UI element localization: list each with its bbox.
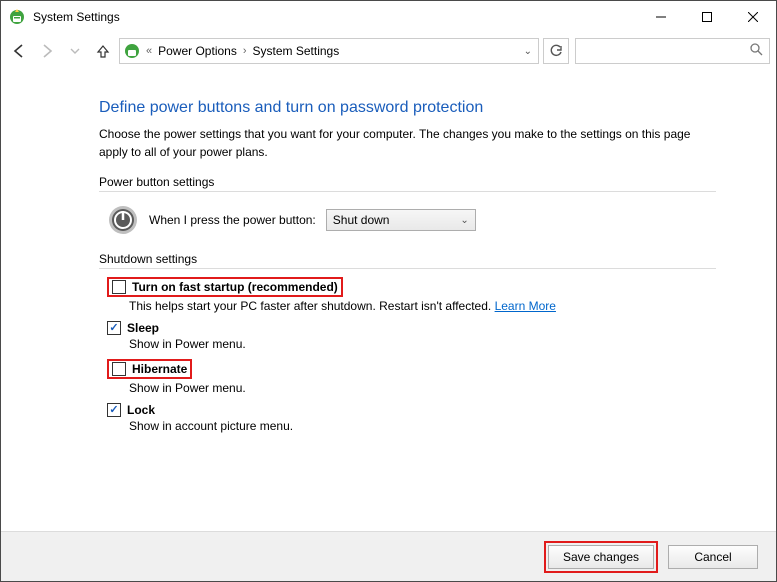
navbar: « Power Options › System Settings ⌄: [1, 33, 776, 69]
label-hibernate: Hibernate: [132, 362, 187, 376]
label-lock: Lock: [127, 403, 155, 417]
search-box[interactable]: [575, 38, 770, 64]
content-area: Define power buttons and turn on passwor…: [1, 69, 776, 531]
checkbox-fast-startup[interactable]: [112, 280, 126, 294]
breadcrumb-back[interactable]: «: [146, 45, 152, 57]
highlight-fast-startup: Turn on fast startup (recommended): [107, 277, 343, 297]
option-lock: Lock Show in account picture menu.: [107, 403, 716, 433]
window-title: System Settings: [33, 10, 638, 24]
back-button[interactable]: [7, 39, 31, 63]
search-icon[interactable]: [749, 42, 763, 61]
power-button-row: When I press the power button: Shut down…: [107, 204, 716, 236]
page-description: Choose the power settings that you want …: [99, 125, 716, 161]
minimize-button[interactable]: [638, 2, 684, 32]
shutdown-settings-list: Turn on fast startup (recommended) This …: [107, 277, 716, 433]
divider: [99, 268, 716, 269]
chevron-right-icon: ›: [243, 45, 247, 57]
breadcrumb-item-system-settings[interactable]: System Settings: [253, 44, 340, 58]
checkbox-lock[interactable]: [107, 403, 121, 417]
footer: Save changes Cancel: [1, 531, 776, 581]
address-bar[interactable]: « Power Options › System Settings ⌄: [119, 38, 539, 64]
label-fast-startup: Turn on fast startup (recommended): [132, 280, 338, 294]
power-icon: [107, 204, 139, 236]
chevron-down-icon: ⌄: [460, 215, 468, 226]
close-button[interactable]: [730, 2, 776, 32]
checkbox-hibernate[interactable]: [112, 362, 126, 376]
shutdown-section-label: Shutdown settings: [99, 252, 716, 266]
power-button-section-label: Power button settings: [99, 175, 716, 189]
checkbox-sleep[interactable]: [107, 321, 121, 335]
sub-fast-startup: This helps start your PC faster after sh…: [129, 299, 716, 313]
window-controls: [638, 2, 776, 32]
divider: [99, 191, 716, 192]
app-icon: [9, 9, 25, 25]
refresh-button[interactable]: [543, 38, 569, 64]
sub-sleep: Show in Power menu.: [129, 337, 716, 351]
recent-locations-button[interactable]: [63, 39, 87, 63]
sub-lock: Show in account picture menu.: [129, 419, 716, 433]
label-sleep: Sleep: [127, 321, 159, 335]
highlight-save: Save changes: [544, 541, 658, 573]
option-fast-startup: Turn on fast startup (recommended) This …: [107, 277, 716, 313]
titlebar: System Settings: [1, 1, 776, 33]
page-heading: Define power buttons and turn on passwor…: [99, 99, 716, 117]
cancel-button[interactable]: Cancel: [668, 545, 758, 569]
forward-button[interactable]: [35, 39, 59, 63]
sub-hibernate: Show in Power menu.: [129, 381, 716, 395]
power-button-dropdown[interactable]: Shut down ⌄: [326, 209, 476, 231]
window: System Settings: [0, 0, 777, 582]
maximize-button[interactable]: [684, 2, 730, 32]
power-button-value: Shut down: [333, 213, 390, 227]
up-button[interactable]: [91, 39, 115, 63]
breadcrumb-item-power-options[interactable]: Power Options: [158, 44, 237, 58]
highlight-hibernate: Hibernate: [107, 359, 192, 379]
learn-more-link[interactable]: Learn More: [495, 299, 556, 313]
option-sleep: Sleep Show in Power menu.: [107, 321, 716, 351]
control-panel-icon: [124, 43, 140, 59]
option-hibernate: Hibernate Show in Power menu.: [107, 359, 716, 395]
search-input[interactable]: [576, 39, 769, 63]
sub-fast-startup-text: This helps start your PC faster after sh…: [129, 299, 495, 313]
power-button-label: When I press the power button:: [149, 213, 316, 227]
save-button[interactable]: Save changes: [548, 545, 654, 569]
address-dropdown-icon[interactable]: ⌄: [524, 46, 532, 57]
